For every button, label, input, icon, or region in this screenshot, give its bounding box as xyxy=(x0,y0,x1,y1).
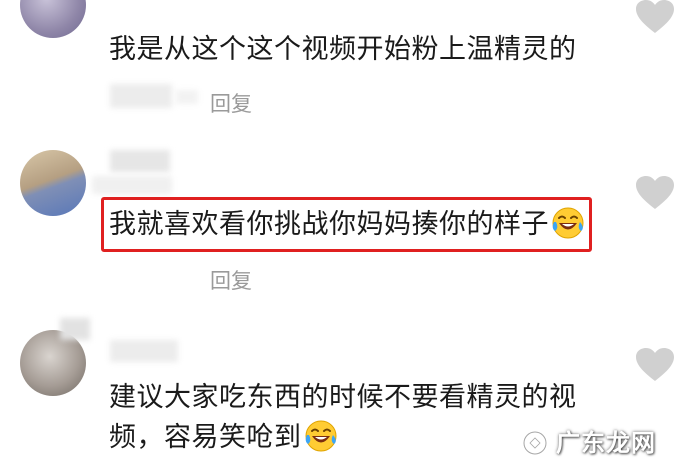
blurred-timestamp xyxy=(176,90,198,104)
blurred-username xyxy=(60,318,90,340)
blurred-username-tail xyxy=(110,340,178,362)
reply-button[interactable]: 回复 xyxy=(210,265,252,295)
watermark-text: 广东龙网 xyxy=(556,429,656,457)
laughing-crying-emoji xyxy=(305,420,336,451)
blurred-username xyxy=(110,150,170,172)
heart-icon[interactable] xyxy=(636,0,674,34)
heart-icon[interactable] xyxy=(636,348,674,382)
blurred-username-tail xyxy=(92,176,172,194)
comment-text-line-1: 建议大家吃东西的时候不要看精灵的视 xyxy=(109,382,577,413)
comment-text-line-2: 频，容易笑呛到 xyxy=(109,416,338,460)
comment-list: 我是从这个这个视频开始粉上温精灵的 回复 我就喜欢看你挑战你妈妈揍你的样子 回复 xyxy=(0,0,694,468)
highlight-frame xyxy=(101,197,592,252)
comment-text: 我是从这个这个视频开始粉上温精灵的 xyxy=(109,34,577,65)
watermark-logo-icon xyxy=(522,430,548,456)
reply-button[interactable]: 回复 xyxy=(210,88,252,118)
comment-text-body: 频，容易笑呛到 xyxy=(109,422,302,453)
avatar[interactable] xyxy=(20,0,86,38)
heart-icon[interactable] xyxy=(636,176,674,210)
avatar[interactable] xyxy=(20,150,86,216)
blurred-username xyxy=(110,84,172,108)
